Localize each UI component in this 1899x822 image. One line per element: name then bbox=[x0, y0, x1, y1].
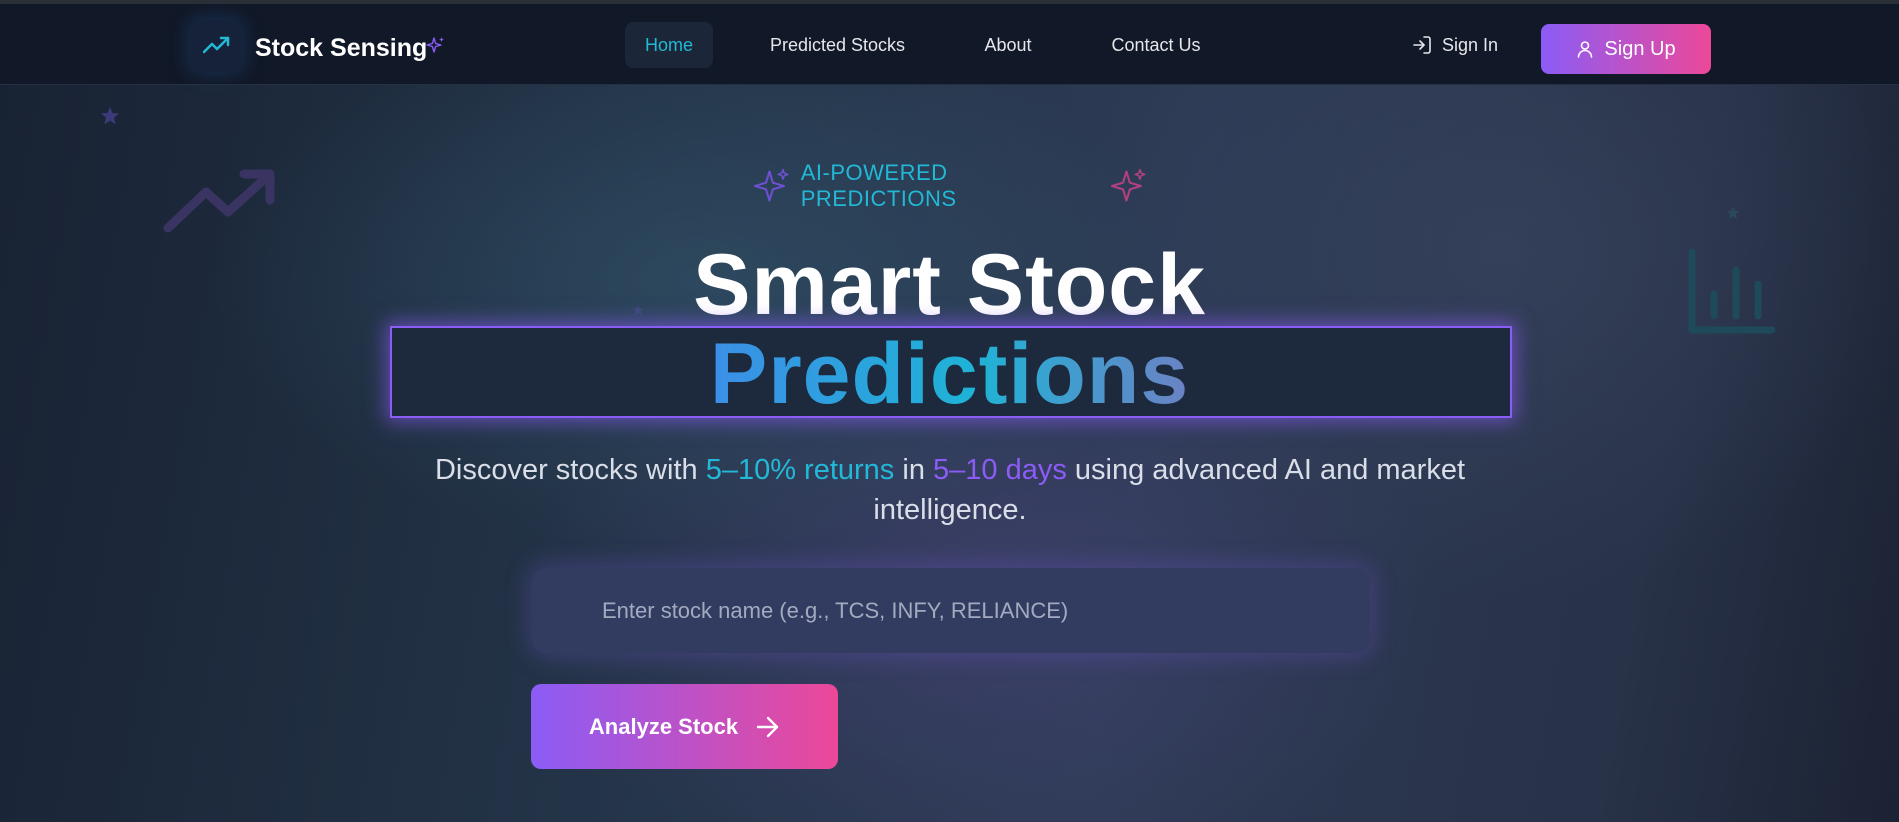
log-in-icon bbox=[1413, 36, 1431, 54]
nav-contact-us[interactable]: Contact Us bbox=[1100, 22, 1212, 68]
logo[interactable] bbox=[190, 20, 242, 72]
arrow-right-icon bbox=[756, 716, 779, 737]
subtitle-days: 5–10 days bbox=[933, 454, 1067, 486]
nav-about[interactable]: About bbox=[968, 22, 1048, 68]
subtitle-returns: 5–10% returns bbox=[705, 454, 895, 486]
subtitle-mid: in bbox=[894, 454, 933, 486]
sparkles-right-icon bbox=[1111, 168, 1146, 202]
user-icon bbox=[1578, 41, 1593, 58]
hero-subtitle: Discover stocks with 5–10% returns in 5–… bbox=[410, 450, 1490, 530]
sparkles-left-icon bbox=[754, 168, 789, 202]
sparkles-icon bbox=[426, 37, 444, 53]
hero-title-gradient-text: Predictions bbox=[709, 326, 1190, 422]
sign-up-label: Sign Up bbox=[1604, 37, 1676, 60]
badge-text: AI-POWERED PREDICTIONS bbox=[800, 160, 957, 211]
star-icon-right bbox=[1726, 206, 1740, 219]
stock-search-input[interactable] bbox=[532, 568, 1370, 653]
hero-badge: AI-POWERED PREDICTIONS bbox=[754, 160, 1146, 211]
stock-search-box[interactable] bbox=[532, 568, 1370, 653]
page: Stock Sensing Home Predicted Stocks Abou… bbox=[0, 0, 1899, 822]
analyze-stock-button[interactable]: Analyze Stock bbox=[531, 684, 838, 769]
header: Stock Sensing Home Predicted Stocks Abou… bbox=[0, 4, 1899, 85]
analyze-stock-label: Analyze Stock bbox=[588, 713, 739, 739]
nav-predicted-stocks[interactable]: Predicted Stocks bbox=[760, 22, 915, 68]
star-icon bbox=[101, 107, 119, 125]
trending-up-icon bbox=[203, 36, 230, 54]
hero-title-line2: Predictions bbox=[0, 328, 1899, 420]
brand-name[interactable]: Stock Sensing bbox=[255, 34, 427, 63]
sign-in-label: Sign In bbox=[1442, 35, 1499, 55]
trending-up-bg-icon bbox=[163, 169, 275, 233]
sign-up-button[interactable]: Sign Up bbox=[1541, 24, 1711, 74]
hero-title-line1: Smart Stock bbox=[693, 237, 1206, 333]
nav-home[interactable]: Home bbox=[625, 22, 713, 68]
sign-in-button[interactable]: Sign In bbox=[1412, 22, 1498, 68]
subtitle-pre: Discover stocks with bbox=[434, 454, 706, 486]
